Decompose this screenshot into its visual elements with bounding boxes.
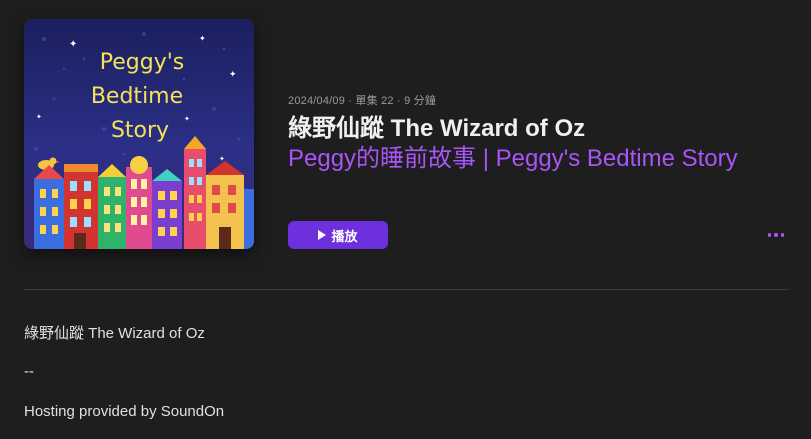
svg-text:✦: ✦ [199,34,206,43]
svg-text:✦: ✦ [69,39,77,50]
more-options-button[interactable] [763,226,789,244]
ellipsis-icon [774,233,778,237]
play-button[interactable]: 播放 [288,221,388,249]
description-line: 綠野仙蹤 The Wizard of Oz [24,325,205,342]
description-line: Hosting provided by SoundOn [24,403,225,420]
svg-text:✦: ✦ [229,70,237,80]
artwork-title-line-1: Peggy's [100,50,184,75]
svg-text:✦: ✦ [36,113,42,121]
description-line: -- [24,363,34,380]
artwork-title-line-2: Bedtime [91,84,183,109]
ellipsis-icon [767,233,772,237]
artwork-title-line-3: Story [111,118,169,143]
episode-page: ✦ ✦ ✦ ✦ ✦ ✦ Peggy's Bedtime Story 2024/0… [0,0,811,439]
divider [24,289,789,290]
episode-meta: 2024/04/09 · 單集 22 · 9 分鐘 [288,95,437,107]
play-icon [318,230,327,240]
show-name-link[interactable]: Peggy的睡前故事 | Peggy's Bedtime Story [288,138,738,173]
show-artwork: ✦ ✦ ✦ ✦ ✦ ✦ Peggy's Bedtime Story [24,19,254,249]
ellipsis-icon [780,233,785,237]
play-button-label: 播放 [331,228,358,244]
svg-text:✦: ✦ [184,115,190,123]
